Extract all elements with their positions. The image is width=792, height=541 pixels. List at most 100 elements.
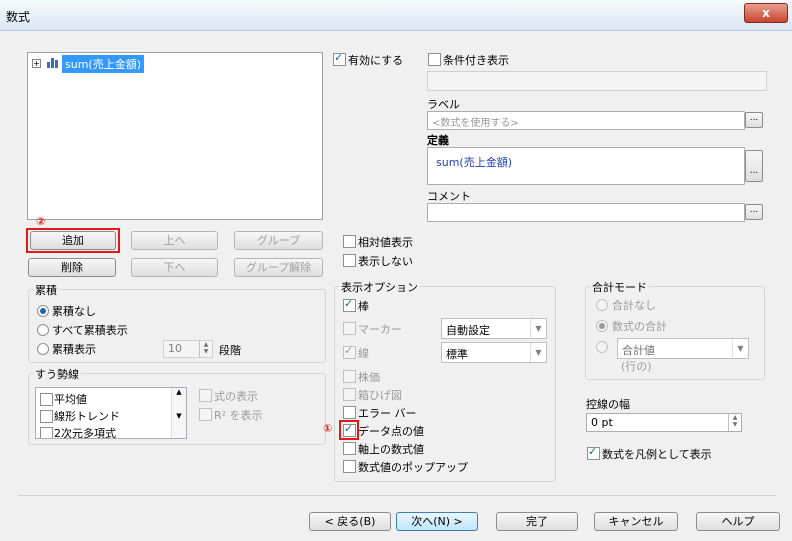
trend-average-label: 平均値 <box>54 393 87 406</box>
comment-ellipsis-button[interactable]: ... <box>745 204 763 220</box>
trend-list[interactable]: 平均値 線形トレンド 2次元多項式 ▲ ▼ <box>35 387 187 439</box>
axis-values-label: 軸上の数式値 <box>358 443 424 456</box>
close-button[interactable]: x <box>744 3 788 23</box>
total-sum-radio[interactable] <box>596 320 608 332</box>
boxplot-label: 箱ひげ図 <box>358 389 402 402</box>
add-button-highlight <box>26 228 120 253</box>
data-values-highlight <box>339 420 359 440</box>
trend-poly-checkbox[interactable] <box>40 427 53 438</box>
window-title: 数式 <box>6 10 31 24</box>
enable-label: 有効にする <box>348 54 404 67</box>
data-values-label: データ点の値 <box>358 425 424 438</box>
total-value-combo[interactable]: 合計値 ▼ <box>617 338 749 359</box>
error-bar-label: エラー バー <box>358 407 417 420</box>
total-row-label: (行の) <box>621 360 652 373</box>
trend-average-checkbox[interactable] <box>40 393 53 406</box>
marker-combo[interactable]: 自動設定 ▼ <box>441 318 547 339</box>
accumulation-title: 累積 <box>33 282 59 298</box>
line-checkbox[interactable] <box>343 344 356 359</box>
show-formula-label: 式の表示 <box>214 390 258 403</box>
total-sum-label: 数式の合計 <box>612 320 667 333</box>
hide-label: 表示しない <box>358 255 413 268</box>
trend-poly-label: 2次元多項式 <box>54 427 116 439</box>
label-input[interactable]: <数式を使用する> <box>427 111 745 130</box>
cancel-button[interactable]: キャンセル <box>594 512 678 531</box>
finish-button[interactable]: 完了 <box>496 512 578 531</box>
stroke-width-value: 0 pt <box>591 416 613 429</box>
accumulation-steps-radio[interactable] <box>37 343 49 355</box>
hide-checkbox[interactable] <box>343 254 356 267</box>
relative-label: 相対値表示 <box>358 236 413 249</box>
definition-value: sum(売上金額) <box>436 156 513 169</box>
steps-spinner-icon: ▲ ▼ <box>199 341 212 357</box>
line-label: 線 <box>358 347 369 360</box>
accumulation-steps-value: 10 <box>168 342 182 355</box>
accumulation-all-radio[interactable] <box>37 324 49 336</box>
bar-checkbox[interactable] <box>343 297 356 312</box>
trend-linear-checkbox[interactable] <box>40 410 53 423</box>
axis-values-checkbox[interactable] <box>343 442 356 455</box>
group-button[interactable]: グループ <box>234 231 323 250</box>
separator <box>18 495 776 496</box>
total-none-label: 合計なし <box>612 299 656 312</box>
conditional-input <box>427 71 767 91</box>
annotation-one: ① <box>323 422 333 435</box>
trend-linear-label: 線形トレンド <box>54 410 120 423</box>
title-bar <box>0 0 792 31</box>
bar-chart-icon <box>46 56 60 68</box>
relative-checkbox[interactable] <box>343 235 356 248</box>
total-mode-title: 合計モード <box>590 279 649 295</box>
marker-label: マーカー <box>358 323 402 336</box>
total-none-radio[interactable] <box>596 299 608 311</box>
enable-checkbox[interactable] <box>333 51 346 66</box>
stroke-spinner-icon[interactable]: ▲ ▼ <box>728 414 741 431</box>
legend-label: 数式を凡例として表示 <box>602 448 712 461</box>
stroke-width-input[interactable]: 0 pt ▲ ▼ <box>586 413 742 432</box>
next-button[interactable]: 次へ(N) > <box>396 512 478 531</box>
definition-label: 定義 <box>427 134 449 147</box>
conditional-label: 条件付き表示 <box>443 54 509 67</box>
annotation-two: ② <box>36 215 46 228</box>
chevron-down-icon: ▼ <box>732 339 748 358</box>
line-combo[interactable]: 標準 ▼ <box>441 342 547 363</box>
accumulation-all-label: すべて累積表示 <box>52 324 128 337</box>
definition-ellipsis-button[interactable]: ... <box>745 150 763 182</box>
label-label: ラベル <box>427 98 460 111</box>
label-placeholder: <数式を使用する> <box>432 118 519 129</box>
comment-label: コメント <box>427 190 471 203</box>
accumulation-none-radio[interactable] <box>37 305 49 317</box>
popup-checkbox[interactable] <box>343 460 356 473</box>
stroke-width-label: 控線の幅 <box>586 398 630 411</box>
accumulation-steps-label: 累積表示 <box>52 343 96 356</box>
line-combo-value: 標準 <box>446 348 468 361</box>
accumulation-steps-unit: 段階 <box>219 344 241 357</box>
ungroup-button[interactable]: グループ解除 <box>234 258 323 277</box>
help-button[interactable]: ヘルプ <box>696 512 780 531</box>
show-r2-checkbox[interactable] <box>199 408 212 421</box>
chevron-down-icon: ▼ <box>530 319 546 338</box>
stock-checkbox[interactable] <box>343 370 356 383</box>
comment-input[interactable] <box>427 203 745 222</box>
total-combo-value: 合計値 <box>622 344 655 357</box>
popup-label: 数式値のポップアップ <box>358 461 468 474</box>
down-button[interactable]: 下へ <box>131 258 218 277</box>
delete-button[interactable]: 削除 <box>28 258 116 277</box>
marker-combo-value: 自動設定 <box>446 324 490 337</box>
trend-scrollbar[interactable]: ▲ ▼ <box>171 388 186 438</box>
marker-checkbox[interactable] <box>343 322 356 335</box>
total-value-radio[interactable] <box>596 341 608 353</box>
show-formula-checkbox[interactable] <box>199 389 212 402</box>
back-button[interactable]: < 戻る(B) <box>309 512 391 531</box>
label-ellipsis-button[interactable]: ... <box>745 112 763 128</box>
definition-input[interactable]: sum(売上金額) <box>427 147 745 185</box>
accumulation-none-label: 累積なし <box>52 305 96 318</box>
tree-item-sum[interactable]: sum(売上金額) <box>62 55 145 73</box>
legend-checkbox[interactable] <box>587 445 600 460</box>
tree-expand-icon[interactable]: + <box>32 59 41 68</box>
expression-tree[interactable] <box>27 52 323 220</box>
conditional-checkbox[interactable] <box>428 53 441 66</box>
error-bar-checkbox[interactable] <box>343 406 356 419</box>
up-button[interactable]: 上へ <box>131 231 218 250</box>
stock-label: 株価 <box>358 371 380 384</box>
boxplot-checkbox[interactable] <box>343 388 356 401</box>
